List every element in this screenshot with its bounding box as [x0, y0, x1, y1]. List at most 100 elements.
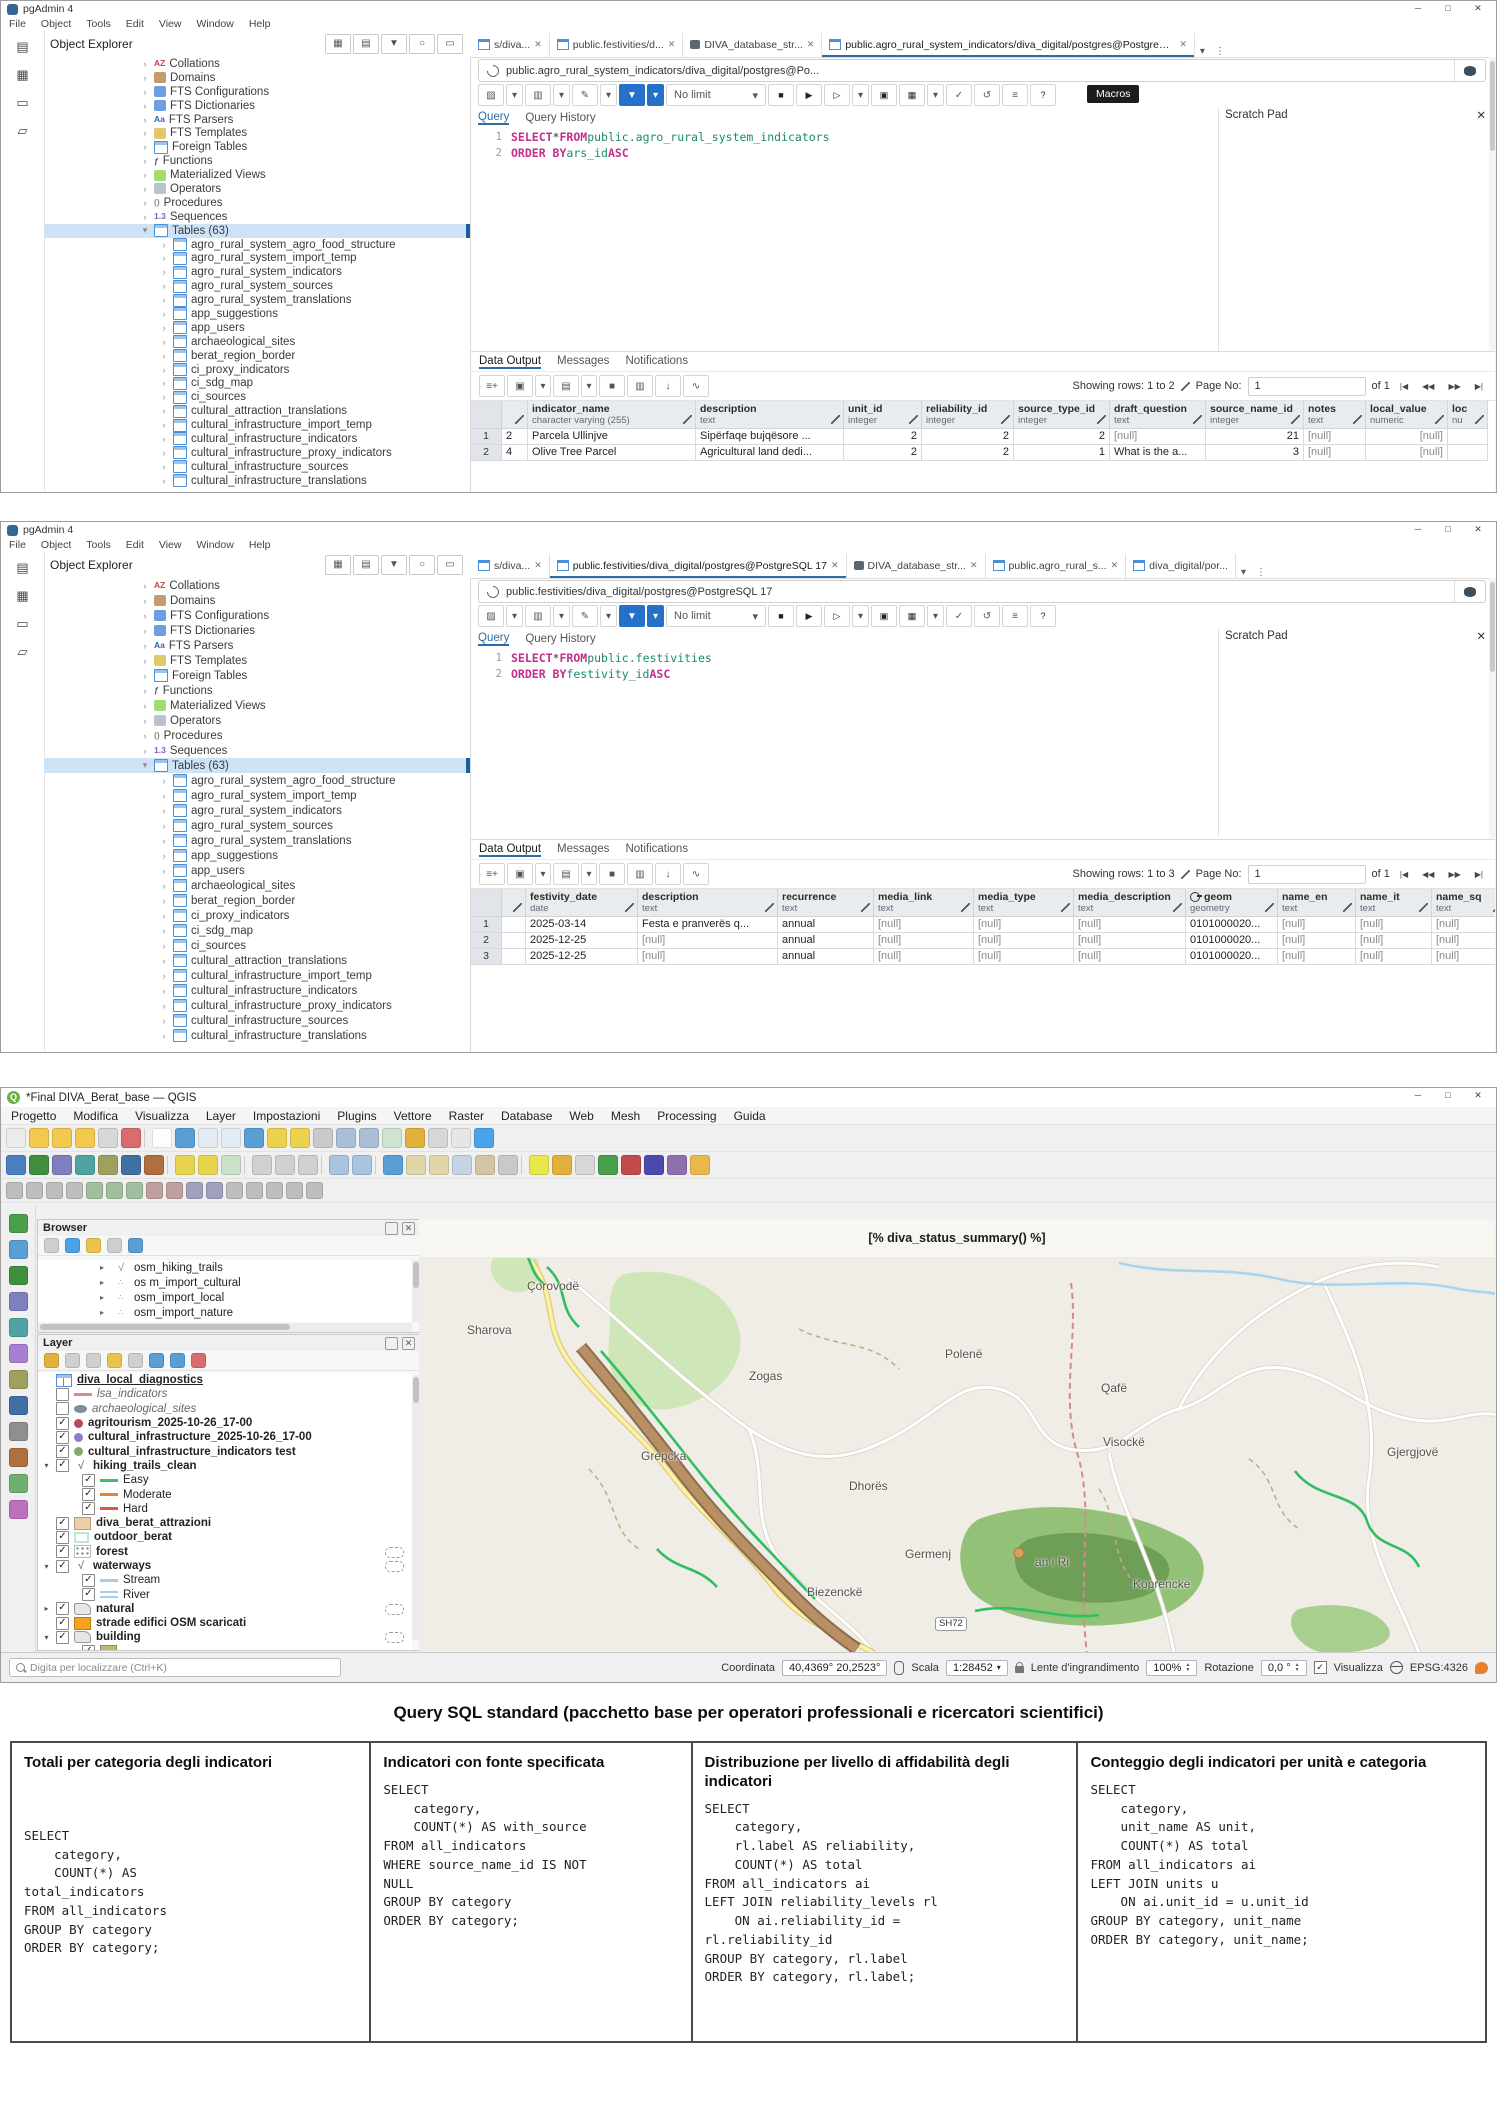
rotate-symbols-icon[interactable] [286, 1182, 303, 1199]
tree-item-cultural-infrastructure-proxy-indicators[interactable]: ›cultural_infrastructure_proxy_indicator… [44, 998, 470, 1013]
next-page-icon[interactable]: ▶▶ [1444, 382, 1464, 391]
chevron-right-icon[interactable]: › [140, 59, 150, 69]
expand-all-icon[interactable] [149, 1353, 164, 1368]
chevron-right-icon[interactable]: › [159, 337, 169, 347]
browser-item-osm-import-nature[interactable]: ▸∴osm_import_nature [38, 1305, 412, 1320]
add-wfs-icon[interactable] [9, 1474, 28, 1493]
maximize-button[interactable]: □ [1434, 1, 1462, 16]
cell[interactable]: [null] [638, 933, 778, 949]
cell[interactable] [1448, 429, 1488, 445]
render-checkbox[interactable]: ✓ [1314, 1661, 1327, 1674]
data-source-manager-icon[interactable] [6, 1155, 26, 1175]
rail-icon-2[interactable]: ▭ [14, 616, 31, 631]
tree-item-ci-sdg-map[interactable]: ›ci_sdg_map [44, 923, 470, 938]
split-features-icon[interactable] [226, 1182, 243, 1199]
column-header-geom[interactable]: geomgeometry [1186, 889, 1278, 917]
minimize-button[interactable]: ─ [1404, 522, 1432, 537]
stop-button[interactable]: ■ [768, 605, 794, 627]
delete-ring-icon[interactable] [146, 1182, 163, 1199]
add-postgis-layer-icon[interactable] [121, 1155, 141, 1175]
chevron-right-icon[interactable]: › [159, 971, 169, 981]
commit-button[interactable]: ✓ [946, 84, 972, 106]
stop-button[interactable]: ■ [768, 84, 794, 106]
chevron-right-icon[interactable]: › [159, 1016, 169, 1026]
cell[interactable]: Sipërfaqe bujqësore ... [696, 429, 844, 445]
tree-item-berat-region-border[interactable]: ›berat_region_border [44, 349, 470, 363]
tab-diva-database-str[interactable]: DIVA_database_str...✕ [683, 33, 822, 57]
tab-s-diva[interactable]: s/diva...✕ [471, 33, 550, 57]
cell[interactable]: [null] [1278, 933, 1356, 949]
tab-query-history[interactable]: Query History [525, 112, 595, 124]
tree-item-cultural-infrastructure-translations[interactable]: ›cultural_infrastructure_translations [44, 474, 470, 488]
column-header-recurrence[interactable]: recurrencetext [778, 889, 874, 917]
cell[interactable]: [null] [638, 949, 778, 965]
execute-button[interactable]: ▶ [796, 84, 822, 106]
chevron-right-icon[interactable]: › [140, 184, 150, 194]
menu-database[interactable]: Database [501, 1109, 552, 1123]
rail-icon-3[interactable]: ▱ [14, 123, 31, 138]
edit-caret[interactable]: ▾ [600, 84, 617, 106]
delete-part-icon[interactable] [166, 1182, 183, 1199]
project-save-icon[interactable] [52, 1128, 72, 1148]
menu-mesh[interactable]: Mesh [611, 1109, 640, 1123]
explain-button[interactable]: ▣ [871, 605, 897, 627]
tree-item-foreign-tables[interactable]: ›Foreign Tables [44, 668, 470, 683]
row-number[interactable]: 1 [471, 429, 502, 445]
cell[interactable]: 21 [1206, 429, 1304, 445]
tab-diva-database-str[interactable]: DIVA_database_str...✕ [847, 554, 986, 578]
tree-item-fts-parsers[interactable]: ›AaFTS Parsers [44, 638, 470, 653]
layer-checkbox[interactable] [56, 1388, 69, 1401]
extents-icon[interactable] [894, 1661, 904, 1675]
open-layer-styling-icon[interactable] [44, 1353, 59, 1368]
tree-item-fts-dictionaries[interactable]: ›FTS Dictionaries [44, 99, 470, 113]
tab-public-festivities-d[interactable]: public.festivities/d...✕ [550, 33, 684, 57]
chevron-down-icon[interactable]: ▾ [42, 1562, 51, 1571]
column-header-source-name-id[interactable]: source_name_idinteger [1206, 401, 1304, 429]
cell[interactable]: [null] [1366, 445, 1448, 461]
save-data-icon[interactable]: ▥ [627, 863, 653, 885]
column-header-name-en[interactable]: name_entext [1278, 889, 1356, 917]
cell[interactable]: Parcela Ullinjve [528, 429, 696, 445]
tree-item-archaeological-sites[interactable]: ›archaeological_sites [44, 335, 470, 349]
chevron-right-icon[interactable]: › [159, 267, 169, 277]
rail-icon-0[interactable]: ▤ [14, 39, 31, 54]
chevron-right-icon[interactable]: ▸ [100, 1263, 108, 1272]
layer-item-stream[interactable]: ✓Stream [38, 1573, 412, 1587]
cell[interactable]: 2 [844, 445, 922, 461]
copy-icon[interactable]: ▣ [507, 863, 533, 885]
menu-help[interactable]: Help [249, 18, 271, 30]
tab-query[interactable]: Query [478, 111, 509, 125]
vertex-tool-icon[interactable] [6, 1182, 23, 1199]
cell[interactable]: Olive Tree Parcel [528, 445, 696, 461]
offset-curve-icon[interactable] [206, 1182, 223, 1199]
cell[interactable]: Agricultural land dedi... [696, 445, 844, 461]
layer-checkbox[interactable]: ✓ [82, 1645, 95, 1650]
add-vector-icon[interactable] [9, 1266, 28, 1285]
add-row-icon[interactable]: ≡+ [479, 375, 505, 397]
chevron-right-icon[interactable]: › [159, 434, 169, 444]
cell[interactable]: 2 [922, 445, 1014, 461]
messages-icon[interactable] [1475, 1662, 1488, 1674]
cell[interactable]: 0101000020... [1186, 917, 1278, 933]
magnifier-input[interactable]: 100%▲▼ [1146, 1660, 1197, 1676]
layer-checkbox[interactable]: ✓ [56, 1531, 69, 1544]
zoom-native-icon[interactable] [313, 1128, 333, 1148]
save-file-button[interactable]: ▥ [525, 605, 551, 627]
limit-select[interactable]: No limit▾ [666, 84, 766, 106]
cell[interactable] [502, 933, 526, 949]
open-attribute-table-icon[interactable] [452, 1155, 472, 1175]
chevron-right-icon[interactable]: › [159, 253, 169, 263]
chevron-right-icon[interactable]: › [140, 701, 150, 711]
add-vector-layer-icon[interactable] [29, 1155, 49, 1175]
tab-query[interactable]: Query [478, 632, 509, 646]
first-page-icon[interactable]: |◀ [1396, 382, 1412, 391]
tree-item-procedures[interactable]: ›()Procedures [44, 728, 470, 743]
tree-item-cultural-infrastructure-indicators[interactable]: ›cultural_infrastructure_indicators [44, 432, 470, 446]
chevron-right-icon[interactable]: › [140, 626, 150, 636]
split-parts-icon[interactable] [246, 1182, 263, 1199]
chevron-right-icon[interactable]: ▸ [68, 1647, 77, 1650]
style-manager-icon[interactable] [121, 1128, 141, 1148]
cell[interactable]: 0101000020... [1186, 949, 1278, 965]
cell[interactable]: [null] [1356, 933, 1432, 949]
chevron-right-icon[interactable]: › [159, 392, 169, 402]
